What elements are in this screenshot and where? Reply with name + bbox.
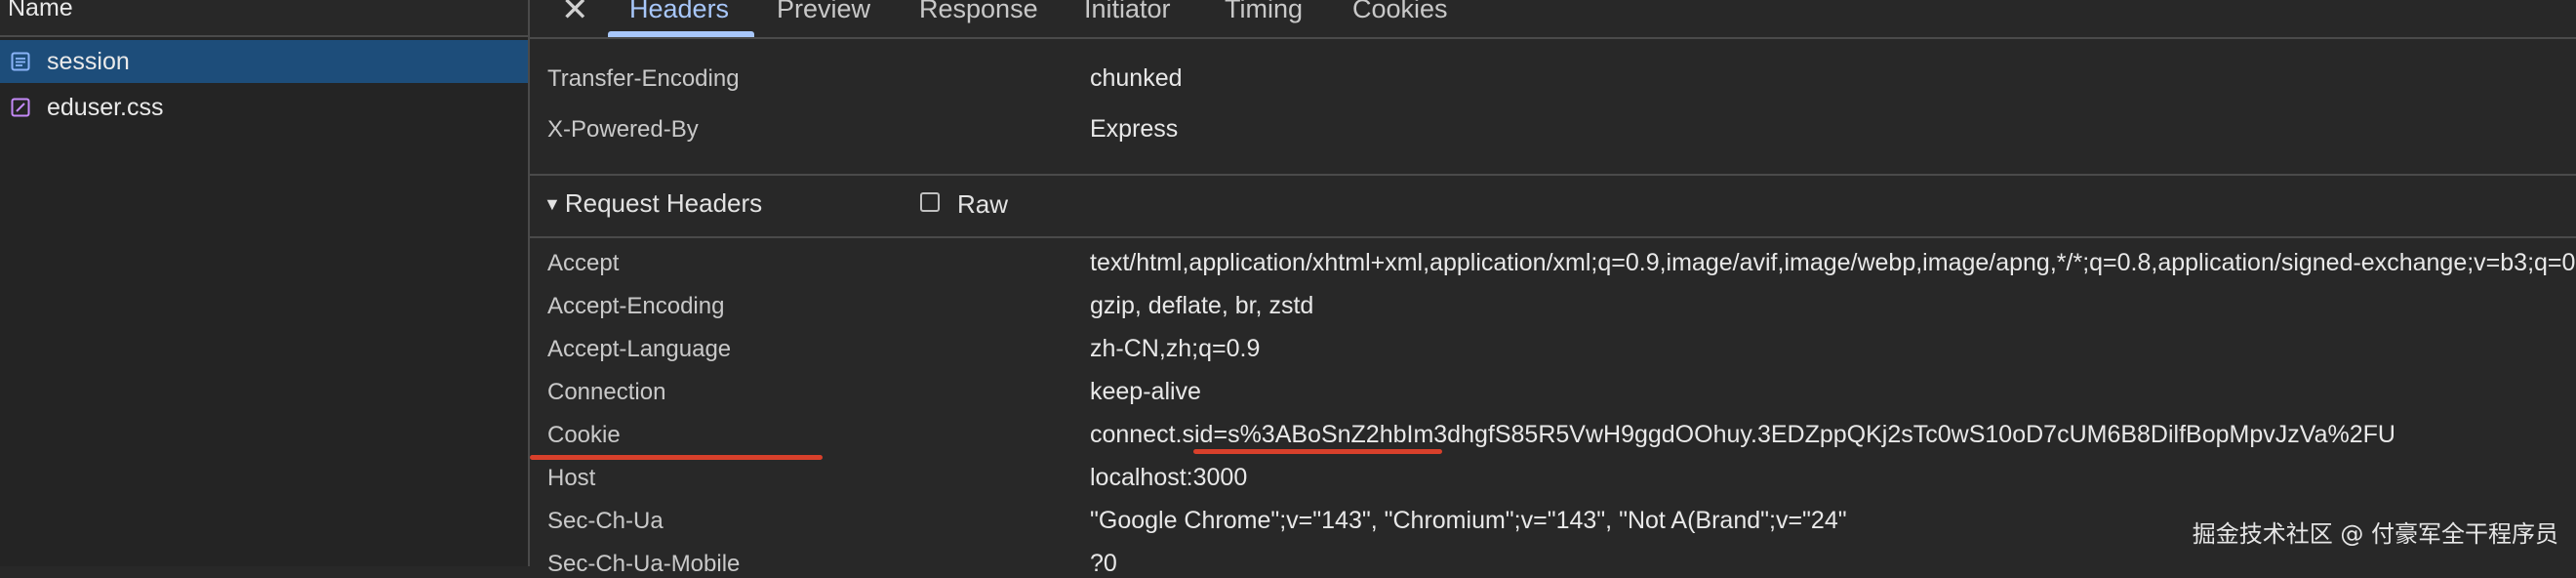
header-value: chunked <box>1090 64 1183 92</box>
request-name: session <box>47 48 130 75</box>
tab-timing[interactable]: Timing <box>1225 0 1303 24</box>
header-name: Sec-Ch-Ua-Mobile <box>547 551 741 577</box>
header-name: Accept <box>547 250 620 276</box>
header-value: text/html,application/xhtml+xml,applicat… <box>1090 249 2576 276</box>
tab-response[interactable]: Response <box>919 0 1038 24</box>
name-column-label: Name <box>8 0 73 21</box>
stylesheet-icon <box>11 98 30 117</box>
header-value: zh-CN,zh;q=0.9 <box>1090 335 1261 362</box>
header-value: ?0 <box>1090 550 1117 577</box>
request-name: eduser.css <box>47 94 164 121</box>
header-name: Sec-Ch-Ua <box>547 508 664 534</box>
tab-preview[interactable]: Preview <box>777 0 870 24</box>
header-name: Host <box>547 465 596 491</box>
request-headers-toggle[interactable]: ▼ Request Headers <box>543 188 762 219</box>
close-icon[interactable]: ✕ <box>561 0 589 29</box>
raw-checkbox[interactable] <box>920 192 940 212</box>
raw-label: Raw <box>957 189 1009 219</box>
network-request-list: Name session eduser.css <box>0 0 530 566</box>
request-row-eduser-css[interactable]: eduser.css <box>0 86 528 129</box>
header-value: keep-alive <box>1090 378 1201 405</box>
request-details-panel: ✕ Headers Preview Response Initiator Tim… <box>530 0 2576 577</box>
section-divider <box>530 174 2576 176</box>
annotation-underline-cookie <box>530 455 823 460</box>
name-column-header[interactable]: Name <box>0 0 528 37</box>
request-headers-title: Request Headers <box>564 188 763 218</box>
header-name: Accept-Encoding <box>547 293 725 319</box>
header-name: Accept-Language <box>547 336 732 362</box>
expand-triangle-icon: ▼ <box>543 194 561 214</box>
details-tabbar: ✕ Headers Preview Response Initiator Tim… <box>530 0 2576 39</box>
document-icon <box>11 52 30 71</box>
header-value: Express <box>1090 115 1179 143</box>
tab-initiator[interactable]: Initiator <box>1084 0 1171 24</box>
header-value: "Google Chrome";v="143", "Chromium";v="1… <box>1090 507 1847 534</box>
header-value: gzip, deflate, br, zstd <box>1090 292 1314 319</box>
header-value: connect.sid=s%3ABoSnZ2hbIm3dhgfS85R5VwH9… <box>1090 421 2395 448</box>
header-name: Connection <box>547 379 666 405</box>
header-name: X-Powered-By <box>547 116 699 143</box>
watermark-text: 掘金技术社区 @ 付豪军全干程序员 <box>2192 520 2558 548</box>
request-row-session[interactable]: session <box>0 40 528 83</box>
annotation-underline-sid <box>1193 449 1442 454</box>
tab-headers[interactable]: Headers <box>629 0 729 24</box>
active-tab-indicator <box>608 31 754 37</box>
header-value: localhost:3000 <box>1090 464 1248 491</box>
header-name: Cookie <box>547 422 621 448</box>
section-divider <box>530 236 2576 238</box>
header-name: Transfer-Encoding <box>547 65 740 92</box>
tab-cookies[interactable]: Cookies <box>1352 0 1448 24</box>
